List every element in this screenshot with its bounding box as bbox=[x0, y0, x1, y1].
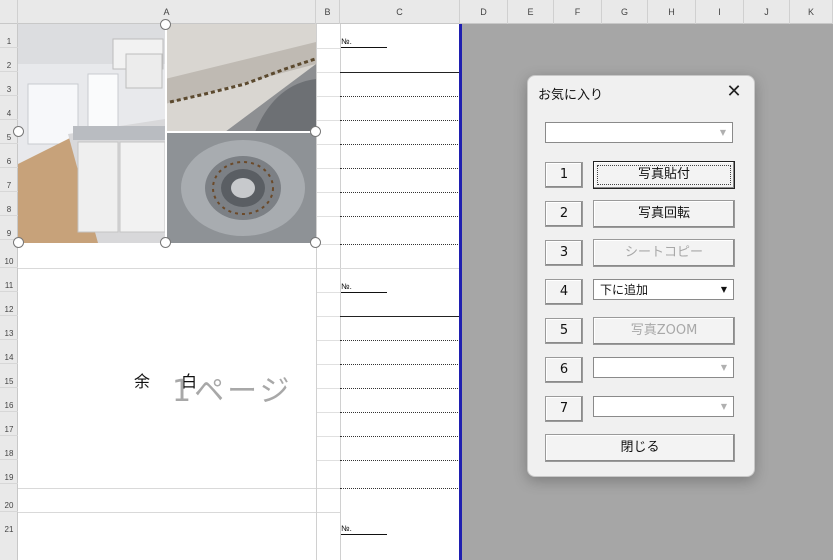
select-all-corner[interactable] bbox=[0, 0, 18, 24]
photo-divider bbox=[165, 131, 316, 133]
column-header-b[interactable]: B bbox=[316, 0, 340, 24]
row-header[interactable]: 2 bbox=[0, 48, 18, 72]
slot-7-combo[interactable]: ▼ bbox=[593, 396, 734, 417]
slot-6-combo[interactable]: ▼ bbox=[593, 357, 734, 378]
row-header[interactable]: 15 bbox=[0, 364, 18, 388]
dialog-title: お気に入り bbox=[538, 88, 604, 103]
add-below-combo-value: 下に追加 bbox=[600, 283, 649, 297]
resize-handle[interactable] bbox=[310, 237, 321, 248]
column-header-f[interactable]: F bbox=[554, 0, 602, 24]
row-header[interactable]: 9 bbox=[0, 216, 18, 240]
slot-2-number-button[interactable]: 2 bbox=[545, 201, 583, 227]
margin-text-left: 余 bbox=[134, 372, 151, 391]
column-header-i[interactable]: I bbox=[696, 0, 744, 24]
chevron-down-icon[interactable]: ▼ bbox=[716, 398, 732, 415]
row-header[interactable]: 4 bbox=[0, 96, 18, 120]
favorites-combo[interactable]: ▼ bbox=[545, 122, 733, 143]
resize-handle[interactable] bbox=[13, 126, 24, 137]
row-header[interactable]: 12 bbox=[0, 292, 18, 316]
moldy-sink-edge-photo[interactable] bbox=[165, 24, 316, 132]
column-header-k[interactable]: K bbox=[790, 0, 833, 24]
chevron-down-icon[interactable]: ▼ bbox=[715, 124, 731, 141]
row-header[interactable]: 17 bbox=[0, 412, 18, 436]
row-header[interactable]: 21 bbox=[0, 512, 18, 560]
slot-4-number-button[interactable]: 4 bbox=[545, 279, 583, 305]
row-header[interactable]: 18 bbox=[0, 436, 18, 460]
paste-photo-button[interactable]: 写真貼付 bbox=[593, 161, 735, 189]
column-header-h[interactable]: H bbox=[648, 0, 696, 24]
chevron-down-icon[interactable]: ▼ bbox=[716, 359, 732, 376]
photo-number-label: №. bbox=[341, 38, 387, 48]
kitchen-photo[interactable] bbox=[18, 24, 165, 243]
close-icon[interactable]: ✕ bbox=[722, 80, 746, 104]
slot-5-number-button[interactable]: 5 bbox=[545, 318, 583, 344]
row-header[interactable]: 6 bbox=[0, 144, 18, 168]
row-header[interactable]: 1 bbox=[0, 24, 18, 48]
slot-6-number-button[interactable]: 6 bbox=[545, 357, 583, 383]
row-header[interactable]: 7 bbox=[0, 168, 18, 192]
row-headers: 1 2 3 4 5 6 7 8 9 10 11 12 13 14 15 16 1… bbox=[0, 24, 18, 560]
photo-number-label: №. bbox=[341, 525, 387, 535]
column-header-j[interactable]: J bbox=[744, 0, 790, 24]
resize-handle[interactable] bbox=[160, 19, 171, 30]
add-below-combo[interactable]: 下に追加 ▼ bbox=[593, 279, 734, 300]
copy-sheet-button[interactable]: シートコピー bbox=[593, 239, 735, 267]
slot-7-number-button[interactable]: 7 bbox=[545, 396, 583, 422]
photo-number-label: №. bbox=[341, 283, 387, 293]
row-header[interactable]: 3 bbox=[0, 72, 18, 96]
resize-handle[interactable] bbox=[160, 237, 171, 248]
row-header[interactable]: 8 bbox=[0, 192, 18, 216]
column-header-e[interactable]: E bbox=[508, 0, 554, 24]
favorites-dialog: お気に入り ✕ ▼ 1 写真貼付 2 写真回転 3 シートコピー 4 下に追加 … bbox=[527, 75, 755, 477]
column-headers: A B C D E F G H I J K bbox=[0, 0, 833, 24]
chevron-down-icon[interactable]: ▼ bbox=[716, 281, 732, 298]
row-header[interactable]: 13 bbox=[0, 316, 18, 340]
resize-handle[interactable] bbox=[310, 126, 321, 137]
column-header-d[interactable]: D bbox=[460, 0, 508, 24]
row-header[interactable]: 11 bbox=[0, 268, 18, 292]
column-header-g[interactable]: G bbox=[602, 0, 648, 24]
page-number-watermark: 1ページ bbox=[172, 374, 293, 409]
slot-3-number-button[interactable]: 3 bbox=[545, 240, 583, 266]
photo-zoom-button[interactable]: 写真ZOOM bbox=[593, 317, 735, 345]
rotate-photo-button[interactable]: 写真回転 bbox=[593, 200, 735, 228]
row-header[interactable]: 14 bbox=[0, 340, 18, 364]
slot-1-number-button[interactable]: 1 bbox=[545, 162, 583, 188]
drain-photo[interactable] bbox=[165, 132, 316, 243]
row-header[interactable]: 20 bbox=[0, 484, 18, 512]
close-button[interactable]: 閉じる bbox=[545, 434, 735, 462]
photo-divider bbox=[165, 24, 167, 243]
resize-handle[interactable] bbox=[13, 237, 24, 248]
row-header[interactable]: 16 bbox=[0, 388, 18, 412]
row-header[interactable]: 19 bbox=[0, 460, 18, 484]
column-header-c[interactable]: C bbox=[340, 0, 460, 24]
